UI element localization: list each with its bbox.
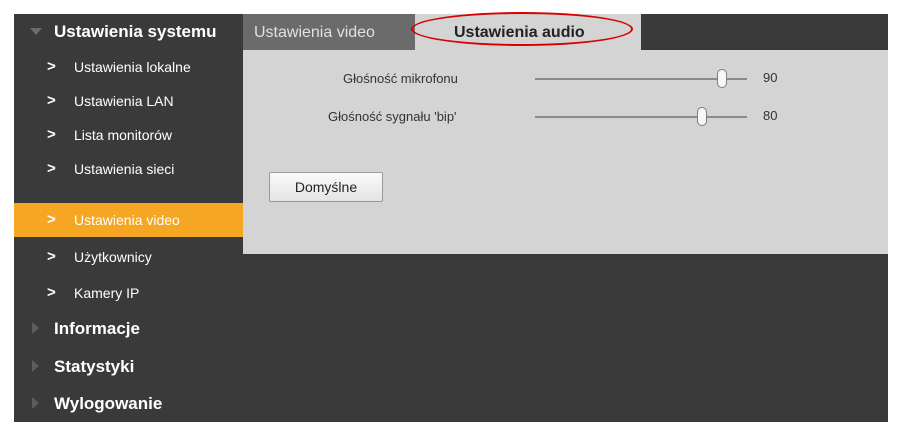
sidebar-section-label: Statystyki: [54, 357, 135, 376]
triangle-right-icon: [32, 360, 39, 372]
chevron-right-icon: >: [47, 92, 56, 109]
chevron-right-icon: >: [47, 160, 56, 177]
chevron-right-icon: >: [47, 211, 56, 228]
sidebar-section-label: Wylogowanie: [54, 394, 163, 413]
app-window: Ustawienia systemu > Ustawienia lokalne …: [0, 0, 902, 430]
sidebar-section-information[interactable]: Informacje: [14, 311, 243, 347]
sidebar-item-label: Ustawienia sieci: [74, 161, 175, 177]
sidebar-item-monitor-list[interactable]: > Lista monitorów: [14, 118, 243, 152]
mic-volume-value: 90: [763, 70, 778, 85]
tab-video-settings[interactable]: Ustawienia video: [243, 14, 415, 50]
sidebar-item-label: Użytkownicy: [74, 249, 152, 265]
sidebar-item-label: Ustawienia lokalne: [74, 59, 191, 75]
slider-track: [535, 116, 747, 118]
sidebar-item-network-settings[interactable]: > Ustawienia sieci: [14, 152, 243, 186]
chevron-right-icon: >: [47, 284, 56, 301]
sidebar-section-system-settings[interactable]: Ustawienia systemu: [14, 14, 243, 50]
tab-label: Ustawienia audio: [454, 24, 585, 41]
tab-audio-settings[interactable]: Ustawienia audio: [415, 14, 641, 50]
chevron-right-icon: >: [47, 126, 56, 143]
audio-settings-panel: Głośność mikrofonu 90 Głośność sygnału '…: [243, 50, 888, 254]
tab-bar: Ustawienia video Ustawienia audio: [243, 12, 888, 50]
triangle-right-icon: [32, 322, 39, 334]
sidebar-item-label: Ustawienia video: [74, 212, 180, 228]
slider-track: [535, 78, 747, 80]
sidebar-section-statistics[interactable]: Statystyki: [14, 349, 243, 385]
triangle-down-icon: [30, 28, 42, 35]
sidebar-item-users[interactable]: > Użytkownicy: [14, 240, 243, 274]
sidebar-section-label: Ustawienia systemu: [54, 22, 217, 41]
tab-label: Ustawienia video: [254, 24, 375, 41]
sidebar-item-label: Ustawienia LAN: [74, 93, 174, 109]
slider-thumb[interactable]: [696, 107, 707, 126]
sidebar-section-logout[interactable]: Wylogowanie: [14, 386, 243, 422]
chevron-right-icon: >: [47, 248, 56, 265]
sidebar-item-ip-cameras[interactable]: > Kamery IP: [14, 276, 243, 310]
sidebar-item-local-settings[interactable]: > Ustawienia lokalne: [14, 50, 243, 84]
chevron-right-icon: >: [47, 58, 56, 75]
settings-frame: Ustawienia systemu > Ustawienia lokalne …: [14, 12, 888, 422]
sidebar-item-video-settings[interactable]: > Ustawienia video: [14, 203, 243, 237]
sidebar-item-label: Kamery IP: [74, 285, 140, 301]
beep-volume-value: 80: [763, 108, 778, 123]
triangle-right-icon: [32, 397, 39, 409]
slider-thumb[interactable]: [716, 69, 727, 88]
sidebar-item-lan-settings[interactable]: > Ustawienia LAN: [14, 84, 243, 118]
sidebar-section-label: Informacje: [54, 319, 140, 338]
beep-volume-label: Głośność sygnału 'bip': [328, 109, 457, 124]
mic-volume-label: Głośność mikrofonu: [343, 71, 458, 86]
default-button[interactable]: Domyślne: [269, 172, 383, 202]
sidebar-item-label: Lista monitorów: [74, 127, 173, 143]
